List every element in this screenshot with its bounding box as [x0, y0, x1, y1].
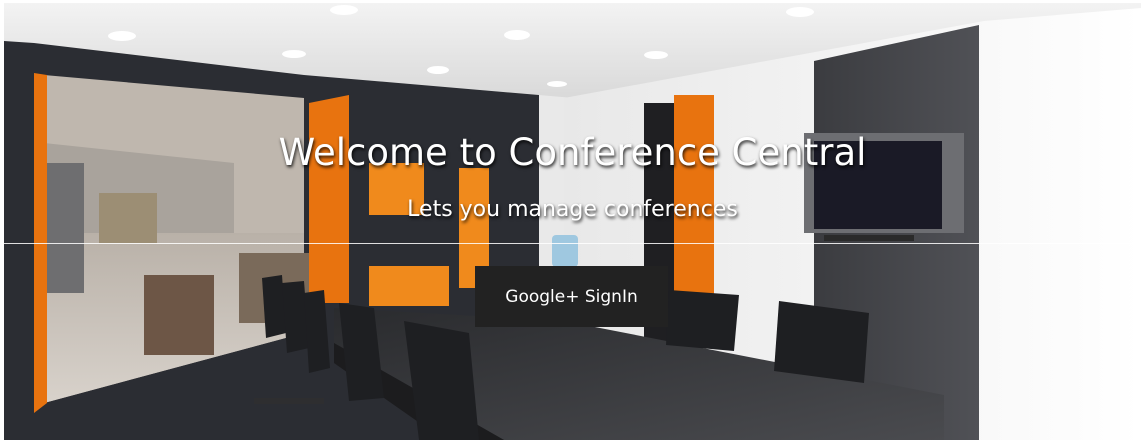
hero-divider	[4, 243, 1141, 244]
hero-section: Welcome to Conference Central Lets you m…	[4, 3, 1141, 440]
hero-subtitle: Lets you manage conferences	[407, 197, 738, 222]
google-signin-button[interactable]: Google+ SignIn	[475, 266, 668, 327]
hero-title: Welcome to Conference Central	[278, 131, 867, 174]
